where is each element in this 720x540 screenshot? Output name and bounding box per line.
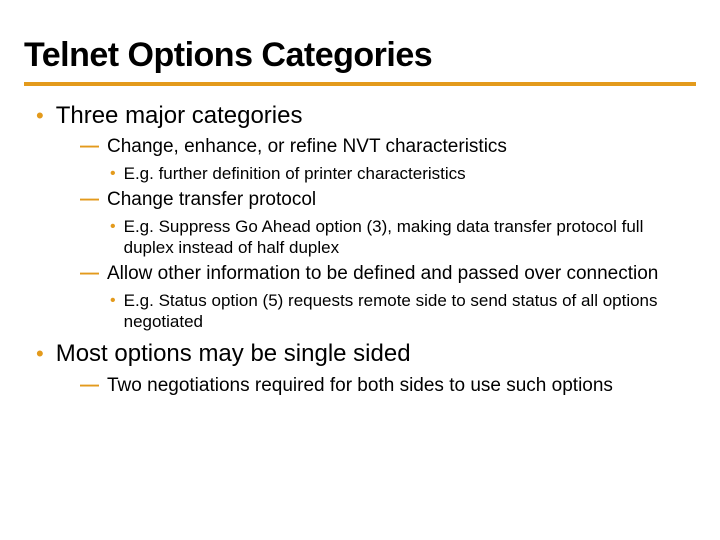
- item-text: Three major categories: [56, 100, 303, 131]
- list-item: — Allow other information to be defined …: [80, 262, 696, 286]
- list-item: — Two negotiations required for both sid…: [80, 374, 696, 398]
- bullet-icon: •: [110, 216, 116, 237]
- slide-title: Telnet Options Categories: [24, 38, 696, 86]
- item-text: Most options may be single sided: [56, 338, 411, 369]
- list-item: — Change, enhance, or refine NVT charact…: [80, 135, 696, 159]
- bullet-icon: •: [36, 338, 44, 369]
- item-text: Two negotiations required for both sides…: [107, 374, 613, 398]
- dash-icon: —: [80, 188, 99, 212]
- item-text: Change transfer protocol: [107, 188, 316, 212]
- bullet-icon: •: [110, 163, 116, 184]
- list-item: • Three major categories: [24, 100, 696, 131]
- dash-icon: —: [80, 262, 99, 286]
- list-item: • E.g. Status option (5) requests remote…: [110, 290, 696, 333]
- bullet-icon: •: [110, 290, 116, 311]
- dash-icon: —: [80, 374, 99, 398]
- item-text: E.g. Status option (5) requests remote s…: [124, 290, 696, 333]
- bullet-icon: •: [36, 100, 44, 131]
- list-item: — Change transfer protocol: [80, 188, 696, 212]
- dash-icon: —: [80, 135, 99, 159]
- item-text: E.g. further definition of printer chara…: [124, 163, 466, 184]
- list-item: • Most options may be single sided: [24, 338, 696, 369]
- item-text: Allow other information to be defined an…: [107, 262, 658, 286]
- item-text: E.g. Suppress Go Ahead option (3), makin…: [124, 216, 696, 259]
- list-item: • E.g. further definition of printer cha…: [110, 163, 696, 184]
- outline-root: • Three major categories — Change, enhan…: [24, 100, 696, 398]
- item-text: Change, enhance, or refine NVT character…: [107, 135, 507, 159]
- list-item: • E.g. Suppress Go Ahead option (3), mak…: [110, 216, 696, 259]
